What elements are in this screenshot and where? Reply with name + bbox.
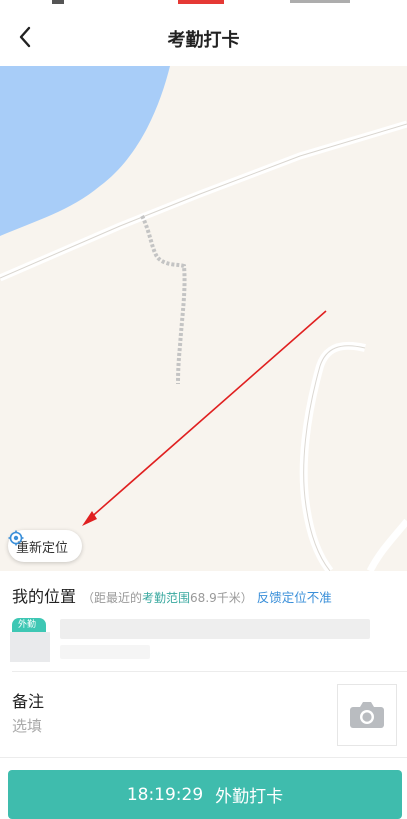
hint-close: ）: [240, 591, 253, 605]
photo-button[interactable]: [337, 684, 397, 746]
distance-value: 68.9千米: [190, 591, 241, 605]
status-bar: [0, 0, 407, 8]
punch-time: 18:19:29: [126, 784, 204, 805]
remark-label: 备注: [12, 692, 45, 711]
locate-icon: [8, 530, 24, 546]
location-title: 我的位置: [12, 587, 77, 606]
location-hint: （距最近的考勤范围68.9千米）: [82, 589, 253, 606]
map-canvas: [0, 66, 407, 571]
outside-badge: 外勤: [12, 618, 46, 632]
page-title: 考勤打卡: [167, 30, 240, 51]
camera-icon: [350, 702, 384, 728]
map-view[interactable]: 重新定位: [0, 66, 407, 571]
status-indicator: [178, 0, 224, 4]
attendance-range-link[interactable]: 考勤范围: [142, 591, 190, 605]
outside-punch-button[interactable]: 18:19:29 外勤打卡: [8, 770, 402, 819]
redacted-address-line2: [60, 645, 150, 659]
hint-open: （距最近的: [82, 591, 143, 605]
redacted-address: [60, 619, 370, 639]
map-water: [0, 66, 170, 236]
relocate-button[interactable]: 重新定位: [8, 530, 83, 562]
annotation-arrow: [87, 310, 327, 521]
location-section: 我的位置 （距最近的考勤范围68.9千米） 反馈定位不准 外勤: [0, 571, 407, 671]
nav-bar: 考勤打卡: [0, 8, 407, 66]
location-header: 我的位置 （距最近的考勤范围68.9千米） 反馈定位不准: [12, 583, 332, 607]
feedback-location-link[interactable]: 反馈定位不准: [257, 587, 332, 606]
remark-section: 备注: [0, 672, 407, 756]
badge-body: [10, 632, 50, 662]
status-icon: [52, 0, 64, 4]
remark-input[interactable]: [12, 714, 312, 738]
divider: [0, 757, 407, 758]
map-trail: [140, 215, 187, 385]
location-avatar: 外勤: [10, 616, 50, 662]
status-icons-right: [290, 0, 350, 3]
punch-label: 外勤打卡: [215, 787, 284, 807]
